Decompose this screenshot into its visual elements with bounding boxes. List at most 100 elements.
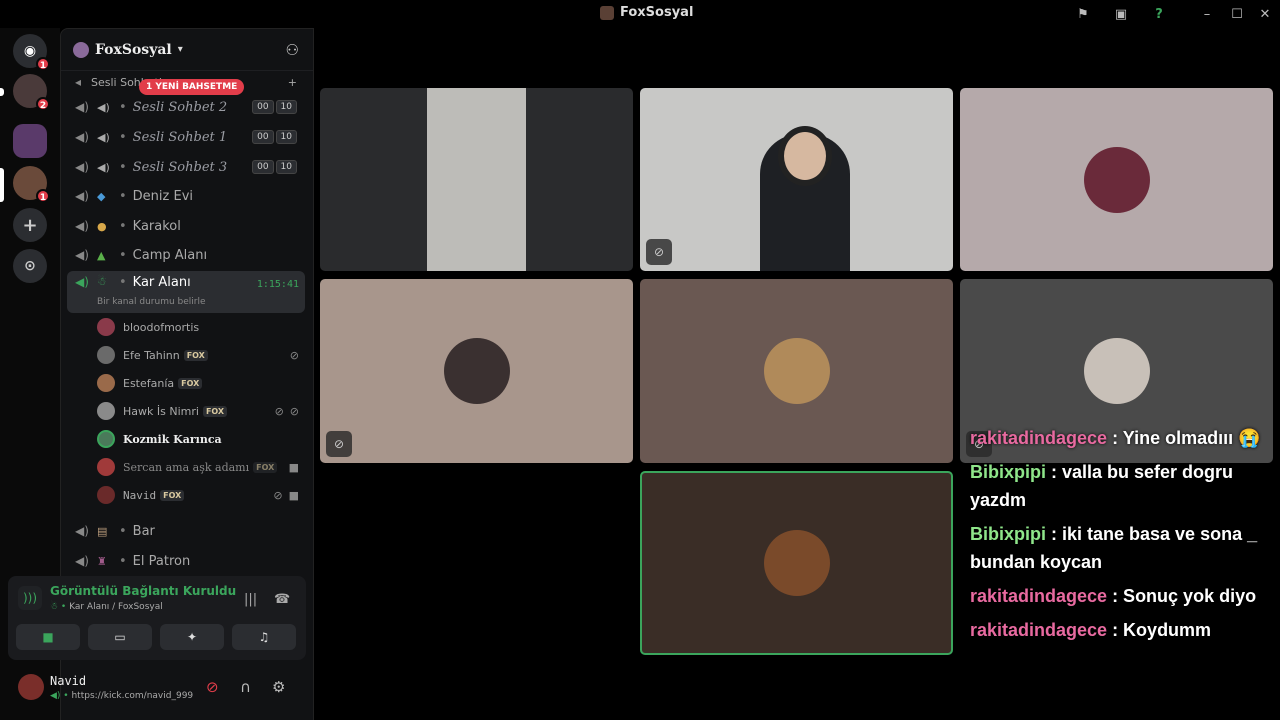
member-row[interactable]: Kozmik Karınca (97, 427, 303, 451)
camera-feed-face (778, 126, 832, 186)
user-status-text: https://kick.com/navid_999 (71, 691, 194, 701)
close-button[interactable]: ✕ (1256, 5, 1274, 23)
server-badge-1: 2 (36, 97, 50, 111)
video-tile[interactable] (320, 88, 633, 271)
chat-username: Bibixpipi (970, 462, 1046, 482)
explore-icon[interactable]: ⊙ (13, 249, 47, 283)
channel-deniz-evi[interactable]: ◀) ◆ • Deniz Evi (67, 183, 305, 209)
volume-icon: ◀) (75, 219, 89, 233)
channel-sesli-sohbet-3[interactable]: ◀) ◀) • Sesli Sohbet 3 00 10 (67, 154, 305, 180)
activities-button[interactable]: ✦ (160, 624, 224, 650)
server-selected-pill (0, 168, 4, 202)
settings-gear-icon[interactable]: ⚙ (272, 678, 285, 696)
user-status[interactable]: ◀) • https://kick.com/navid_999 (50, 691, 193, 701)
noise-suppression-icon[interactable]: ||| (244, 592, 257, 607)
voice-status-title[interactable]: Görüntülü Bağlantı Kuruldu (50, 584, 236, 598)
mic-muted-icon[interactable]: ⊘ (206, 678, 219, 696)
add-server-icon[interactable]: + (13, 208, 47, 242)
member-row[interactable]: Efe Tahinn FOX ⊘ (97, 343, 303, 367)
mic-muted-icon: ⊘ (274, 404, 284, 418)
signal-icon[interactable]: ))) (18, 586, 42, 610)
avatar (97, 374, 115, 392)
video-tile-speaking[interactable] (640, 471, 953, 655)
volume-icon: ◀) (75, 275, 89, 289)
add-channel-icon[interactable]: + (288, 76, 297, 89)
clan-tag: FOX (178, 377, 203, 389)
user-count-tag: 00 (252, 130, 274, 144)
channel-status-prompt[interactable]: Bir kanal durumu belirle (97, 297, 206, 307)
volume-icon: ◀) (75, 130, 89, 144)
chat-overlay: rakitadindagece : Yine olmadııı 😭 Bibixp… (970, 424, 1270, 650)
snowman-icon: ☃ • (50, 602, 70, 612)
flag-icon[interactable]: ⚑ (1074, 5, 1092, 23)
activities-icon: ✦ (186, 630, 198, 644)
disconnect-icon[interactable]: ☎ (274, 592, 290, 607)
avatar (97, 346, 115, 364)
speaker-icon: ◀) (97, 130, 110, 144)
channel-camp-alani[interactable]: ◀) ▲ • Camp Alanı (67, 242, 305, 268)
channel-sesli-sohbet-1[interactable]: ◀) ◀) • Sesli Sohbet 1 00 10 (67, 124, 305, 150)
home-button[interactable]: ◉ 1 (13, 34, 50, 71)
minimize-button[interactable]: – (1198, 5, 1216, 23)
channel-bar[interactable]: ◀) ▤ • Bar (67, 518, 305, 544)
add-user-icon[interactable]: ⚇ (286, 41, 299, 59)
screen-share-button[interactable]: ▭ (88, 624, 152, 650)
chat-username: rakitadindagece (970, 586, 1108, 606)
speaker-icon: ◀) (97, 160, 110, 174)
user-count-tag: 00 (252, 160, 274, 174)
mic-muted-icon: ⊘ (273, 488, 283, 502)
avatar (97, 458, 115, 476)
chat-message: rakitadindagece : Koydumm (970, 616, 1270, 644)
channel-kar-alani[interactable]: ◀) ☃ • Kar Alanı 1:15:41 Bir kanal durumu … (67, 271, 305, 313)
member-row[interactable]: Sercan ama aşk adamı FOX ■ (97, 455, 303, 479)
clan-tag: FOX (183, 349, 208, 361)
discord-logo-icon: ◉ (23, 43, 37, 59)
video-camera-icon: ■ (42, 630, 54, 644)
chat-text: : Koydumm (1107, 620, 1212, 640)
video-tile[interactable] (640, 279, 953, 463)
tent-icon: ▲ (97, 248, 106, 262)
member-row[interactable]: Hawk İs Nimri FOX ⊘ ⊘ (97, 399, 303, 423)
window-title-text: FoxSosyal (620, 5, 694, 20)
channel-name: Deniz Evi (132, 188, 194, 204)
soundboard-button[interactable]: ♫ (232, 624, 296, 650)
video-tile[interactable]: ⊘ (640, 88, 953, 271)
mention-banner[interactable]: 1 YENİ BAHSETME (139, 79, 245, 95)
app-logo-icon (600, 5, 614, 20)
voice-location[interactable]: ☃ • Kar Alanı / FoxSosyal (50, 602, 163, 612)
avatar (1083, 146, 1150, 213)
voice-connection-panel: ))) Görüntülü Bağlantı Kuruldu ☃ • Kar A… (8, 576, 306, 660)
patron-icon: ♜ (97, 554, 107, 568)
title-bar: FoxSosyal ⚑ ▣ ? – ☐ ✕ (0, 0, 1280, 28)
avatar[interactable] (18, 674, 44, 700)
member-row[interactable]: bloodofmortis (97, 315, 303, 339)
bar-icon: ▤ (97, 524, 108, 538)
server-icon-foxsosyal[interactable]: 1 (13, 166, 50, 203)
avatar (97, 402, 115, 420)
inbox-icon[interactable]: ▣ (1112, 5, 1130, 23)
channel-sesli-sohbet-2[interactable]: ◀) ◀) • Sesli Sohbet 2 00 10 (67, 94, 305, 120)
guild-header[interactable]: FoxSosyal ▾ (61, 29, 313, 71)
user-limit-tag: 10 (275, 160, 297, 174)
camera-button[interactable]: ■ (16, 624, 80, 650)
chat-username: Bibixpipi (970, 524, 1046, 544)
user-name[interactable]: Navid (50, 674, 86, 688)
member-row[interactable]: Navid FOX ⊘ ■ (97, 483, 303, 507)
server-icon-1[interactable]: 2 (13, 74, 50, 111)
avatar (97, 318, 115, 336)
chat-username: rakitadindagece (970, 428, 1108, 448)
maximize-button[interactable]: ☐ (1228, 5, 1246, 23)
help-icon[interactable]: ? (1150, 5, 1168, 23)
video-tile[interactable]: ⊘ (320, 279, 633, 463)
channel-el-patron[interactable]: ◀) ♜ • El Patron (67, 548, 305, 574)
soundboard-icon: ♫ (258, 630, 270, 644)
member-name: Estefanía (123, 376, 175, 390)
video-tile[interactable] (960, 88, 1273, 271)
police-icon: ● (97, 219, 107, 233)
chat-message: Bibixpipi : valla bu sefer dogru yazdm (970, 458, 1270, 514)
server-icon-2[interactable] (13, 124, 47, 158)
member-row[interactable]: Estefanía FOX (97, 371, 303, 395)
headphones-icon[interactable]: ∩ (240, 678, 251, 696)
channel-karakol[interactable]: ◀) ● • Karakol (67, 213, 305, 239)
channel-name: Kar Alanı (132, 275, 191, 290)
